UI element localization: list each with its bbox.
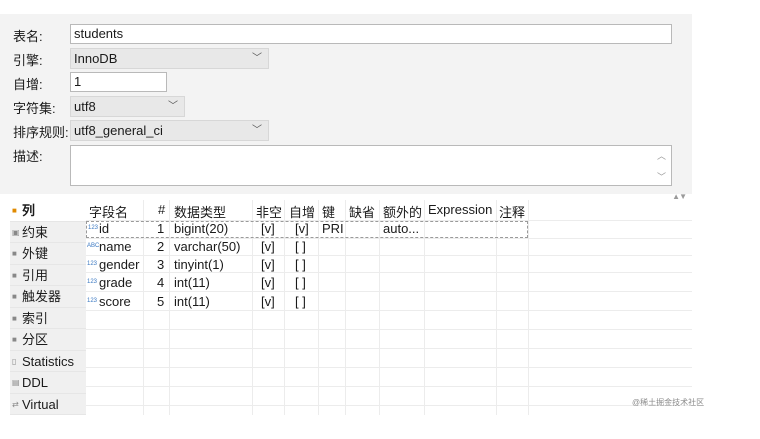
field-datatype[interactable]: varchar(50) xyxy=(174,239,240,254)
column-header-autoinc[interactable]: 自增 xyxy=(289,202,315,221)
collation-select[interactable]: utf8_general_ci ﹀ xyxy=(70,120,269,141)
ddl-icon: ▤ xyxy=(12,378,20,387)
tab-indexes[interactable]: ■ 索引 xyxy=(10,308,86,329)
tab-label: 索引 xyxy=(22,310,49,326)
tab-foreign-keys[interactable]: ■ 外键 xyxy=(10,243,86,265)
column-header-expression[interactable]: Expression xyxy=(428,202,492,217)
charset-select[interactable]: utf8 ﹀ xyxy=(70,96,185,117)
table-properties-panel: 表名: students 引擎: InnoDB ﹀ 自增: 1 字符集: utf… xyxy=(0,14,692,201)
engine-value: InnoDB xyxy=(74,51,118,66)
tab-label: Statistics xyxy=(22,353,75,369)
field-autoinc-checkbox[interactable]: [ ] xyxy=(295,275,306,290)
tab-label: 触发器 xyxy=(22,289,62,304)
reference-icon: ■ xyxy=(12,270,17,280)
field-number: 3 xyxy=(157,257,165,272)
constraint-icon: ▣ xyxy=(12,227,20,237)
field-datatype[interactable]: tinyint(1) xyxy=(174,257,224,272)
numeric-type-icon: 123 xyxy=(88,225,99,231)
field-datatype[interactable]: int(11) xyxy=(174,275,210,290)
collation-label: 排序规则: xyxy=(13,125,69,140)
field-autoinc-checkbox[interactable]: [ ] xyxy=(295,239,306,254)
charset-label: 字符集: xyxy=(13,101,56,116)
field-number: 2 xyxy=(157,239,165,254)
numeric-type-icon: 123 xyxy=(87,261,98,267)
description-label: 描述: xyxy=(13,149,43,164)
column-header-key[interactable]: 键 xyxy=(322,202,335,221)
numeric-type-icon: 123 xyxy=(87,298,98,304)
tab-references[interactable]: ■ 引用 xyxy=(10,265,86,286)
tab-constraints[interactable]: ▣ 约束 xyxy=(10,222,86,243)
auto-increment-input[interactable]: 1 xyxy=(70,72,167,92)
column-header-datatype[interactable]: 数据类型 xyxy=(174,202,226,221)
auto-increment-label: 自增: xyxy=(13,77,43,92)
field-notnull-checkbox[interactable]: [v] xyxy=(261,275,275,290)
column-header-name[interactable]: 字段名 xyxy=(89,202,128,221)
tab-label: 引用 xyxy=(22,267,49,283)
field-number: 1 xyxy=(157,221,165,236)
field-name[interactable]: grade xyxy=(99,275,132,290)
field-key[interactable]: PRI xyxy=(322,221,344,236)
field-number: 4 xyxy=(157,275,165,290)
tab-label: 列 xyxy=(22,203,36,218)
column-header-comment[interactable]: 注释 xyxy=(499,202,525,221)
column-header-default[interactable]: 缺省 xyxy=(349,202,375,221)
collation-value: utf8_general_ci xyxy=(74,123,163,138)
partition-icon: ■ xyxy=(12,335,17,344)
field-autoinc-checkbox[interactable]: [v] xyxy=(295,221,309,236)
index-icon: ■ xyxy=(12,313,17,323)
tab-label: 外键 xyxy=(22,246,49,261)
tab-columns[interactable]: ■ 列 xyxy=(10,200,86,222)
description-textarea[interactable]: ︿ ﹀ xyxy=(70,145,672,186)
engine-select[interactable]: InnoDB ﹀ xyxy=(70,48,269,69)
tab-label: 约束 xyxy=(22,224,49,240)
scroll-down-icon[interactable]: ﹀ xyxy=(657,170,666,183)
field-notnull-checkbox[interactable]: [v] xyxy=(261,257,275,272)
field-number: 5 xyxy=(157,294,165,309)
field-notnull-checkbox[interactable]: [v] xyxy=(261,221,275,236)
table-name-input[interactable]: students xyxy=(70,24,672,44)
numeric-type-icon: 123 xyxy=(87,279,98,285)
charset-value: utf8 xyxy=(74,99,96,114)
field-name[interactable]: id xyxy=(99,221,109,236)
statistics-icon: ▯ xyxy=(12,356,17,366)
column-header-notnull[interactable]: 非空 xyxy=(256,202,282,221)
tab-label: 分区 xyxy=(22,332,49,347)
chevron-down-icon: ﹀ xyxy=(252,53,262,64)
trigger-icon: ■ xyxy=(12,292,17,301)
chevron-down-icon: ﹀ xyxy=(252,125,262,136)
column-header-extra[interactable]: 额外的 xyxy=(383,202,422,221)
watermark: @稀土掘金技术社区 xyxy=(632,398,705,407)
field-notnull-checkbox[interactable]: [v] xyxy=(261,239,275,254)
editor-tabs: ■ 列 ▣ 约束 ■ 外键 ■ 引用 ■ 触发器 ■ 索引 ■ 分区 ▯ Statistics … xyxy=(10,200,86,415)
text-type-icon: ABC xyxy=(87,243,100,249)
tab-label: DDL xyxy=(22,375,49,390)
engine-label: 引擎: xyxy=(13,53,43,68)
field-name[interactable]: name xyxy=(99,239,132,254)
column-header-number[interactable]: # xyxy=(158,202,165,217)
tab-ddl[interactable]: ▤ DDL xyxy=(10,372,86,394)
tab-label: Virtual xyxy=(22,396,59,412)
field-autoinc-checkbox[interactable]: [ ] xyxy=(295,294,306,309)
table-name-label: 表名: xyxy=(13,29,43,44)
tab-triggers[interactable]: ■ 触发器 xyxy=(10,286,86,308)
field-datatype[interactable]: int(11) xyxy=(174,294,210,309)
field-name[interactable]: gender xyxy=(99,257,139,272)
tab-virtual[interactable]: ⇄ Virtual xyxy=(10,394,86,415)
field-name[interactable]: score xyxy=(99,294,131,309)
field-datatype[interactable]: bigint(20) xyxy=(174,221,228,236)
tab-statistics[interactable]: ▯ Statistics xyxy=(10,351,86,372)
field-extra[interactable]: auto... xyxy=(383,221,419,236)
virtual-icon: ⇄ xyxy=(12,399,19,409)
chevron-down-icon: ﹀ xyxy=(168,101,178,112)
field-autoinc-checkbox[interactable]: [ ] xyxy=(295,257,306,272)
scroll-up-icon[interactable]: ︿ xyxy=(657,149,666,162)
foreign-key-icon: ■ xyxy=(12,249,17,258)
tab-partitions[interactable]: ■ 分区 xyxy=(10,329,86,351)
columns-grid: 字段名 # 数据类型 非空 自增 键 缺省 额外的 Expression 注释 … xyxy=(86,200,692,415)
columns-icon: ■ xyxy=(12,206,17,215)
field-notnull-checkbox[interactable]: [v] xyxy=(261,294,275,309)
